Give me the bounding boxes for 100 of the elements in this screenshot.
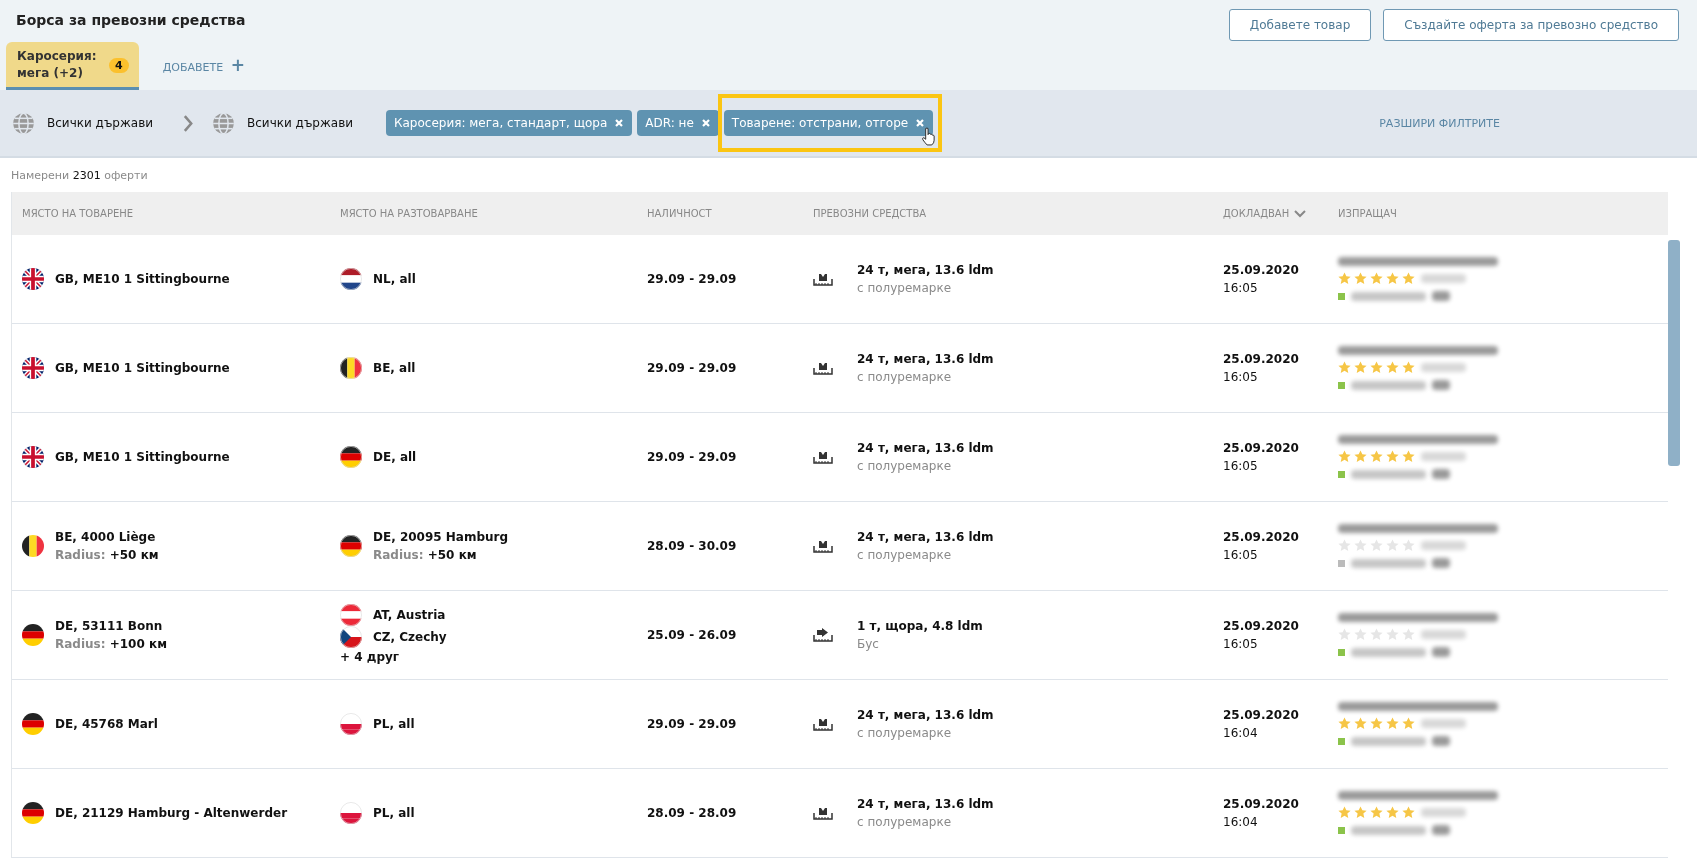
trailer-icon (813, 449, 833, 465)
loading-place: GB, ME10 1 Sittingbourne (55, 360, 230, 377)
scrollbar-thumb[interactable] (1668, 240, 1680, 466)
filter-chip[interactable]: ADR: не (637, 110, 719, 136)
blurred-text (1421, 363, 1466, 372)
flag-icon (22, 446, 44, 468)
column-header: МЯСТО НА РАЗТОВАРВАНЕ (339, 208, 479, 219)
vehicle-type: с полуремарке (857, 369, 953, 386)
loading-place: BE, 4000 Liège (55, 529, 157, 546)
trailer-icon (813, 360, 833, 376)
column-header: НАЛИЧНОСТ (646, 208, 713, 219)
filter-tab[interactable]: Каросерия: мега (+2) 4 (6, 42, 139, 90)
vehicle-spec: 24 т, мега, 13.6 ldm (857, 351, 994, 368)
globe-icon[interactable] (12, 111, 35, 135)
blurred-text (1432, 647, 1450, 657)
vehicle-spec: 24 т, мега, 13.6 ldm (857, 440, 994, 457)
vehicle-spec: 1 т, щора, 4.8 ldm (857, 618, 983, 635)
action-button[interactable]: Създайте оферта за превозно средство (1383, 9, 1679, 41)
results-count: Намерени 2301 оферти (11, 169, 148, 182)
column-header: МЯСТО НА ТОВАРЕНЕ (21, 208, 135, 219)
close-icon[interactable] (614, 118, 625, 128)
report-date: 25.09.2020 (1223, 796, 1300, 813)
unloading-place: NL, all (373, 271, 416, 288)
radius-label: Radius: (373, 548, 424, 562)
report-time: 16:05 (1223, 458, 1259, 475)
unloading-place: DE, all (373, 449, 417, 466)
report-date: 25.09.2020 (1223, 262, 1300, 279)
availability-dates: 29.09 - 29.09 (647, 361, 737, 375)
vehicle-type: с полуремарке (857, 547, 953, 564)
filter-chip[interactable]: Каросерия: мега, стандарт, щора (386, 110, 633, 136)
flag-icon (22, 713, 44, 735)
flag-icon (22, 624, 44, 646)
add-tab-link[interactable]: ДОБАВЕТЕ + (162, 60, 245, 74)
flag-icon (22, 802, 44, 824)
blurred-text (1432, 736, 1450, 746)
availability-dates: 28.09 - 28.09 (647, 806, 737, 820)
van-icon (813, 627, 833, 643)
report-time: 16:05 (1223, 280, 1259, 297)
expand-filters-link[interactable]: РАЗШИРИ ФИЛТРИТЕ (1379, 116, 1500, 130)
report-date: 25.09.2020 (1223, 440, 1300, 457)
vehicle-type: с полуремарке (857, 725, 953, 742)
blurred-text (1432, 380, 1450, 390)
unloading-place: PL, all (373, 716, 415, 733)
loading-place: DE, 21129 Hamburg - Altenwerder (55, 805, 288, 822)
column-header[interactable]: ДОКЛАДВАН (1213, 208, 1328, 219)
column-header: ИЗПРАЩАЧ (1337, 208, 1398, 219)
destination-field[interactable]: Всички държави (247, 116, 372, 130)
trailer-icon (813, 805, 833, 821)
flag-icon (340, 802, 362, 824)
vehicle-spec: 24 т, мега, 13.6 ldm (857, 262, 994, 279)
vehicle-type: с полуремарке (857, 814, 953, 831)
flag-icon (340, 604, 362, 626)
vehicle-type: с полуремарке (857, 280, 953, 297)
loading-place: GB, ME10 1 Sittingbourne (55, 271, 230, 288)
report-date: 25.09.2020 (1223, 351, 1300, 368)
flag-icon (340, 268, 362, 290)
report-time: 16:04 (1223, 725, 1259, 742)
blurred-text (1421, 630, 1466, 639)
sort-down-icon (1294, 209, 1307, 218)
vehicle-type: Бус (857, 636, 880, 653)
availability-dates: 29.09 - 29.09 (647, 717, 737, 731)
blurred-text (1432, 558, 1450, 568)
flag-icon (340, 713, 362, 735)
availability-dates: 29.09 - 29.09 (647, 272, 737, 286)
blurred-text (1421, 719, 1466, 728)
loading-place: DE, 53111 Bonn (55, 618, 164, 635)
flag-icon (340, 535, 362, 557)
chevron-right-icon (182, 114, 194, 132)
trailer-icon (813, 271, 833, 287)
report-time: 16:04 (1223, 814, 1259, 831)
radius-label: Radius: (55, 548, 106, 562)
report-date: 25.09.2020 (1223, 618, 1300, 635)
action-button[interactable]: Добавете товар (1228, 9, 1372, 41)
close-icon[interactable] (915, 118, 926, 128)
globe-icon[interactable] (212, 111, 235, 135)
flag-icon (340, 626, 362, 648)
report-date: 25.09.2020 (1223, 529, 1300, 546)
loading-place: GB, ME10 1 Sittingbourne (55, 449, 230, 466)
hand-cursor-icon (921, 127, 937, 146)
origin-field[interactable]: Всички държави (47, 116, 172, 130)
unloading-place: BE, all (373, 360, 416, 377)
more-places[interactable]: + 4 друг (340, 648, 637, 666)
radius-value: +100 км (109, 637, 167, 651)
radius-label: Radius: (55, 637, 106, 651)
filter-chip[interactable]: Товарене: отстрани, отгоре (723, 110, 934, 136)
blurred-text (1432, 291, 1450, 301)
close-icon[interactable] (700, 118, 711, 128)
unloading-place: AT, Austria (373, 607, 446, 624)
vehicle-spec: 24 т, мега, 13.6 ldm (857, 796, 994, 813)
availability-dates: 28.09 - 30.09 (647, 539, 737, 553)
report-time: 16:05 (1223, 636, 1259, 653)
blurred-text (1432, 469, 1450, 479)
radius-value: +50 км (109, 548, 159, 562)
unloading-place: PL, all (373, 805, 415, 822)
availability-dates: 25.09 - 26.09 (647, 628, 737, 642)
report-time: 16:05 (1223, 547, 1259, 564)
flag-icon (340, 446, 362, 468)
vehicle-type: с полуремарке (857, 458, 953, 475)
trailer-icon (813, 538, 833, 554)
column-header: ПРЕВОЗНИ СРЕДСТВА (812, 208, 928, 219)
